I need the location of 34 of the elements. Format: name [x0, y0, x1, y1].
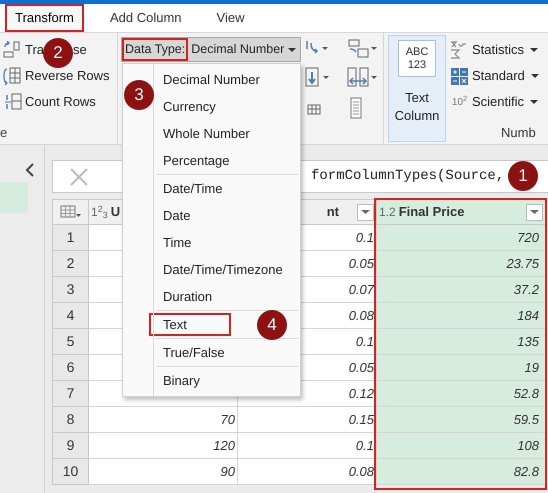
table-cell: 37.2	[377, 277, 546, 303]
table-cell: 23.75	[377, 251, 546, 277]
formula-text: formColumnTypes(Source,	[311, 167, 506, 186]
row-number: 1	[53, 225, 89, 251]
scientific-icon: 10$^{2}$	[450, 94, 469, 110]
column-name: Final Price	[398, 203, 464, 222]
table-cell: 184	[377, 303, 546, 329]
table-cell: 90	[89, 459, 238, 485]
table-cell: 70	[89, 407, 238, 433]
icon-label: 123	[408, 58, 426, 72]
row-number: 3	[53, 277, 89, 303]
data-type-label: Data Type:	[122, 38, 188, 61]
row-number: 8	[53, 407, 89, 433]
row-number: 5	[53, 329, 89, 355]
table-cell: 82.8	[377, 459, 546, 485]
table-cell: 59.5	[377, 407, 546, 433]
group-label: e	[0, 124, 8, 142]
table-cell: 720	[377, 225, 546, 251]
table-cell: 135	[377, 329, 546, 355]
table-cell: 19	[377, 355, 546, 381]
icon-label: ABC	[406, 46, 428, 58]
table-cell: 120	[89, 433, 238, 459]
row-number: 7	[53, 381, 89, 407]
row-number: 10	[53, 459, 89, 485]
group-label: Numb	[501, 124, 536, 142]
column-name: nt	[326, 203, 339, 222]
row-number: 2	[53, 251, 89, 277]
row-number: 4	[53, 303, 89, 329]
table-cell: 108	[377, 433, 546, 459]
table-cell: 52.8	[377, 381, 546, 407]
column-name: U	[110, 203, 120, 222]
row-number: 9	[53, 433, 89, 459]
row-number: 6	[53, 355, 89, 381]
data-type-value: Decimal Number	[191, 41, 284, 58]
